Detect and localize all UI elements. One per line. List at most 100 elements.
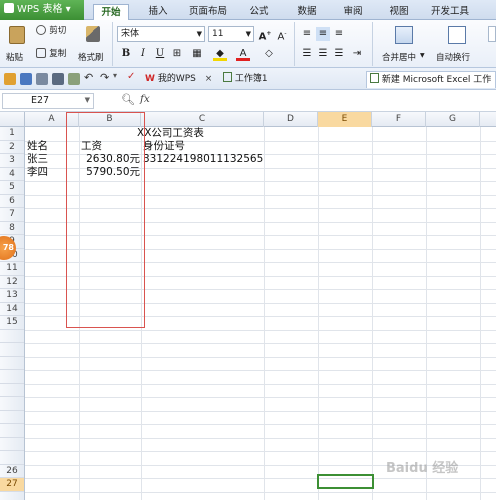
row-header[interactable] [0,451,24,465]
redo-icon[interactable]: ↷ [100,71,109,84]
merge-center-icon [395,26,413,44]
row-header[interactable] [0,424,24,438]
indent-icon[interactable]: ⇥ [350,47,364,61]
decrease-font-icon[interactable]: A- [275,27,289,42]
cell-c1[interactable]: XX公司工资表 [137,127,204,140]
column-grid-line [372,127,373,500]
row-header[interactable] [0,343,24,357]
row-header[interactable] [0,370,24,384]
merge-cells-icon[interactable]: ▦ [190,47,204,61]
column-header-g[interactable]: G [426,112,480,127]
underline-button[interactable]: U [153,47,167,61]
column-header-d[interactable]: D [264,112,318,127]
cell-a4[interactable]: 李四 [27,166,48,179]
align-bottom-icon[interactable]: ≡ [332,27,346,41]
bold-button[interactable]: B [119,47,133,61]
row-header[interactable]: 14 [0,303,24,316]
cell-a2[interactable]: 姓名 [27,140,48,153]
row-header[interactable]: 4 [0,168,24,181]
tab-page-layout[interactable]: 页面布局 [184,4,232,20]
name-box[interactable]: E27 ▼ [2,93,94,109]
row-header[interactable] [0,397,24,411]
open-folder-icon[interactable] [4,73,16,85]
cell-c3[interactable]: 331224198011132565 [143,153,263,166]
column-header-f[interactable]: F [372,112,426,127]
undo-icon[interactable]: ↶ [84,71,93,84]
paste-button[interactable]: 粘贴 [4,24,30,64]
zoom-icon[interactable]: 🔍︎ [121,93,135,106]
tab-new-excel-doc[interactable]: 新建 Microsoft Excel 工作 [366,71,496,88]
tab-view[interactable]: 视图 [382,4,416,20]
align-center-icon[interactable]: ☰ [316,47,330,61]
row-header[interactable]: 12 [0,276,24,289]
align-top-icon[interactable]: ≡ [300,27,314,41]
row-header[interactable] [0,357,24,370]
cell-a3[interactable]: 张三 [27,153,48,166]
app-menu-button[interactable]: WPS 表格 ▾ [0,0,84,20]
align-middle-icon[interactable]: ≡ [316,27,330,41]
row-header[interactable]: 11 [0,262,24,276]
print-icon[interactable] [52,73,64,85]
font-color-icon[interactable]: A [236,47,250,61]
tab-home[interactable]: 开始 [93,4,129,20]
row-header[interactable]: 1 [0,127,24,141]
italic-button[interactable]: I [136,47,150,61]
align-right-icon[interactable]: ☰ [332,47,346,61]
active-cell-e27[interactable] [317,474,374,489]
wrap-text-label: 自动换行 [436,53,471,63]
tab-insert[interactable]: 插入 [140,4,176,20]
row-header[interactable]: 2 [0,141,24,154]
row-header-bar: 1234567891011121314152627 [0,127,25,500]
row-header[interactable] [0,411,24,424]
row-header[interactable]: 13 [0,289,24,303]
row-header[interactable]: 26 [0,465,24,478]
ribbon-overflow[interactable] [488,26,496,42]
row-header[interactable]: 6 [0,195,24,208]
merge-center-button[interactable]: 合并居中 ▼ [380,24,428,64]
increase-font-icon[interactable]: A+ [258,27,272,42]
tab-data[interactable]: 数据 [290,4,324,20]
row-header[interactable] [0,384,24,397]
watermark: Baidu 经验 [386,461,459,476]
tab-workbook1[interactable]: 工作簿1 [220,71,304,88]
font-size-select[interactable]: 11 ▼ [208,26,254,42]
tab-my-wps[interactable]: W 我的WPS × [142,71,216,88]
font-name-select[interactable]: 宋体 ▼ [117,26,205,42]
chevron-down-icon[interactable]: ▾ [113,71,117,80]
print-preview-icon[interactable] [36,73,48,85]
row-header[interactable]: 15 [0,316,24,330]
chevron-down-icon: ▾ [65,4,71,15]
row-header[interactable]: 8 [0,222,24,235]
column-header-e[interactable]: E [318,112,372,127]
row-header[interactable]: 27 [0,478,24,492]
borders-icon[interactable]: ⊞ [170,47,184,61]
row-header[interactable]: 7 [0,208,24,222]
chevron-down-icon[interactable]: ▼ [85,96,90,104]
pin-icon[interactable]: ✓ [127,71,135,82]
align-left-icon[interactable]: ☰ [300,47,314,61]
wrap-text-icon [448,26,466,44]
fill-color-icon[interactable]: ◆ [213,47,227,61]
wrap-text-button[interactable]: 自动换行 [434,24,480,64]
save-icon[interactable] [20,73,32,85]
row-header[interactable] [0,330,24,343]
cell-c2[interactable]: 身份证号 [143,140,185,153]
export-icon[interactable] [68,73,80,85]
formula-input[interactable] [160,93,494,109]
column-header-c[interactable]: C [141,112,264,127]
select-all-corner[interactable] [0,112,25,127]
clear-format-icon[interactable]: ◇ [262,47,276,61]
chevron-down-icon: ▼ [245,30,251,38]
row-header[interactable]: 5 [0,181,24,195]
copy-button[interactable]: 复制 [36,47,66,61]
tab-formulas[interactable]: 公式 [242,4,276,20]
tab-developer[interactable]: 开发工具 [426,4,474,20]
cut-button[interactable]: 剪切 [36,24,66,38]
format-painter-button[interactable]: 格式刷 [78,24,108,64]
close-icon[interactable]: × [205,74,213,84]
formula-bar: E27 ▼ 🔍︎ fx [0,90,496,112]
tab-review[interactable]: 审阅 [336,4,370,20]
row-header[interactable] [0,438,24,451]
row-header[interactable]: 3 [0,154,24,168]
function-icon[interactable]: fx [140,93,150,105]
